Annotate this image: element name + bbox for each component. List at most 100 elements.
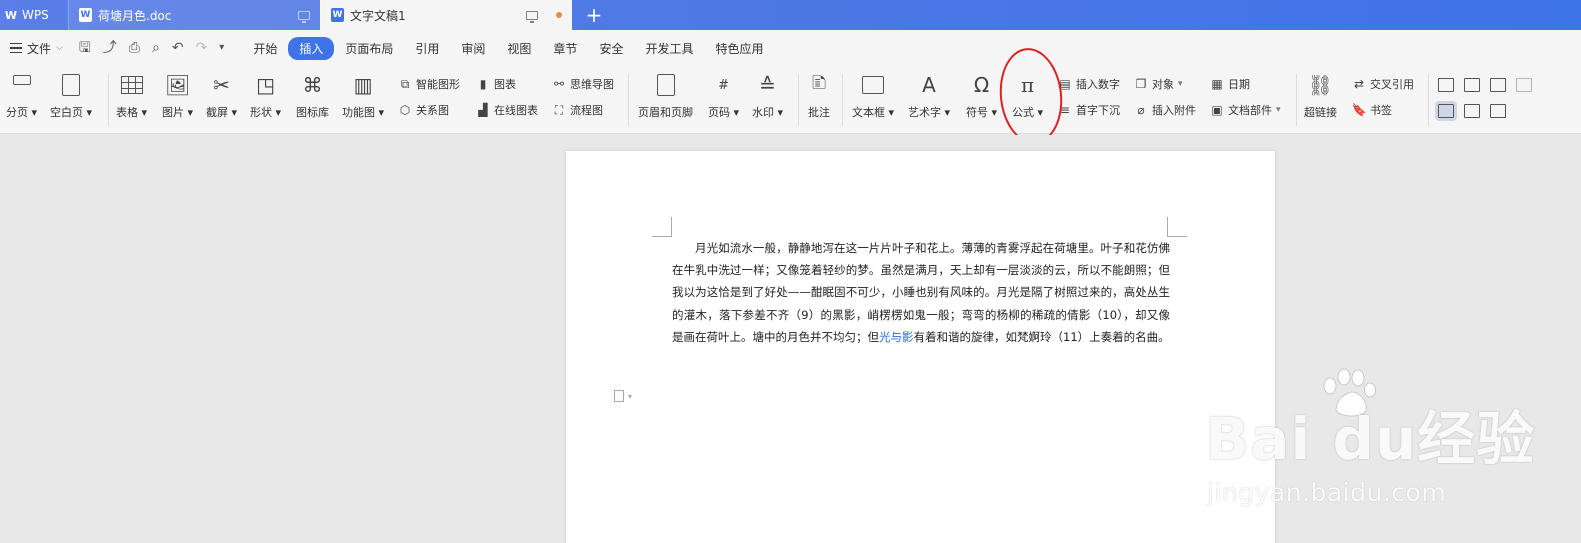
attachment-button[interactable]: ⌀ 插入附件 <box>1134 102 1196 118</box>
monitor-icon[interactable] <box>526 10 538 23</box>
shape-button[interactable]: ◳ 形状 ▾ <box>250 72 281 120</box>
separator <box>842 74 843 126</box>
hyperlink-button[interactable]: ⛓ 超链接 <box>1304 72 1337 120</box>
header-footer-button[interactable]: 页眉和页脚 <box>638 72 693 120</box>
table-label: 表格 <box>116 106 138 119</box>
bookmark-button[interactable]: 🔖 书签 <box>1352 102 1392 118</box>
wps-home-tab[interactable]: W WPS <box>0 0 68 30</box>
tab-start[interactable]: 开始 <box>242 37 288 60</box>
screenshot-label: 截屏 <box>206 106 228 119</box>
header-footer-label: 页眉和页脚 <box>638 106 693 119</box>
tab-page-layout[interactable]: 页面布局 <box>334 37 404 60</box>
watermark-url: jingyan.baidu.com <box>1207 478 1447 507</box>
save-icon[interactable]: 🖫 <box>79 41 91 55</box>
monitor-icon[interactable] <box>298 10 310 23</box>
tab-security[interactable]: 安全 <box>588 37 634 60</box>
undo-icon[interactable]: ↶ <box>172 41 184 55</box>
tab-insert[interactable]: 插入 <box>288 36 335 60</box>
page-break-button[interactable]: 分页 ▾ <box>6 72 37 120</box>
document-tab-hetang[interactable]: W 荷塘月色.doc <box>68 0 320 30</box>
watermark-brand: Bai du经验 <box>1205 405 1536 473</box>
print-preview-icon[interactable]: ⌕ <box>152 41 160 55</box>
cross-reference-button[interactable]: ⇄ 交叉引用 <box>1352 76 1414 92</box>
list-control-icon[interactable] <box>1490 78 1506 92</box>
textbox-button[interactable]: 文本框 ▾ <box>852 72 894 120</box>
function-chart-button[interactable]: ▥ 功能图 ▾ <box>342 72 384 120</box>
drop-cap-label: 首字下沉 <box>1076 104 1120 117</box>
icon-library-button[interactable]: ⌘ 图标库 <box>296 72 329 120</box>
doc-parts-button[interactable]: ▣ 文档部件 ▾ <box>1210 102 1280 118</box>
separator <box>798 74 799 126</box>
screenshot-icon: ✂ <box>213 73 230 97</box>
picture-button[interactable]: 🖼 图片 ▾ <box>162 72 193 120</box>
screenshot-button[interactable]: ✂ 截屏 ▾ <box>206 72 237 120</box>
body-paragraph[interactable]: 月光如流水一般，静静地泻在这一片片叶子和花上。薄薄的青雾浮起在荷塘里。叶子和花仿… <box>672 237 1170 348</box>
paste-options-icon[interactable] <box>614 390 624 402</box>
drop-cap-button[interactable]: ≡ 首字下沉 <box>1058 102 1120 118</box>
document-tab-wenzi[interactable]: W 文字文稿1 <box>320 0 572 30</box>
omega-symbol-icon: Ω <box>973 73 990 97</box>
form-control-icon[interactable] <box>1438 78 1454 92</box>
chart-button[interactable]: ▮ 图表 <box>476 76 516 92</box>
mind-map-icon: ⚯ <box>553 77 565 91</box>
picture-icon: 🖼 <box>164 73 191 97</box>
textbox-icon <box>860 72 886 98</box>
redo-icon[interactable]: ↷ <box>196 41 208 55</box>
customize-dropdown-icon[interactable]: ▾ <box>219 43 224 53</box>
tab-references[interactable]: 引用 <box>404 37 450 60</box>
frame-control-icon[interactable] <box>1435 101 1457 121</box>
separator <box>1296 74 1297 126</box>
tab-section[interactable]: 章节 <box>542 37 588 60</box>
comment-label: 批注 <box>808 106 830 119</box>
word-doc-icon: W <box>79 8 92 22</box>
tab-title: 荷塘月色.doc <box>98 8 172 23</box>
comment-icon: 🗈 <box>811 70 827 94</box>
tab-special[interactable]: 特色应用 <box>704 37 774 60</box>
cross-reference-label: 交叉引用 <box>1370 78 1414 91</box>
online-chart-icon: ▟ <box>478 103 488 117</box>
title-bar: W WPS W 荷塘月色.doc W 文字文稿1 + <box>0 0 1581 30</box>
table-button[interactable]: 表格 ▾ <box>116 72 147 120</box>
doc-parts-label: 文档部件 <box>1228 104 1272 117</box>
page-number-button[interactable]: # 页码 ▾ <box>708 72 739 120</box>
comment-button[interactable]: 🗈 批注 <box>806 70 832 120</box>
watermark-button[interactable]: ≙ 水印 ▾ <box>752 72 783 120</box>
checkbox-control-icon[interactable] <box>1464 78 1480 92</box>
insert-number-button[interactable]: ▤ 插入数字 <box>1058 76 1120 92</box>
new-tab-button[interactable]: + <box>572 0 616 30</box>
relation-chart-button[interactable]: ⬡ 关系图 <box>398 102 449 118</box>
image-control-icon[interactable] <box>1516 78 1532 92</box>
symbol-button[interactable]: Ω 符号 ▾ <box>966 72 997 120</box>
symbol-label: 符号 <box>966 106 988 119</box>
online-chart-button[interactable]: ▟ 在线图表 <box>476 102 538 118</box>
margin-corner-mark <box>1167 217 1187 237</box>
date-button[interactable]: ▦ 日期 <box>1210 76 1250 92</box>
combo-control-icon[interactable] <box>1464 104 1480 118</box>
wps-logo-icon: W <box>4 8 18 22</box>
document-page[interactable]: 月光如流水一般，静静地泻在这一片片叶子和花上。薄薄的青雾浮起在荷塘里。叶子和花仿… <box>566 151 1275 543</box>
mind-map-button[interactable]: ⚯ 思维导图 <box>552 76 614 92</box>
format-painter-icon[interactable]: ⤴ <box>103 41 117 55</box>
blank-page-icon <box>58 72 84 98</box>
object-button[interactable]: ❐ 对象 ▾ <box>1134 76 1183 92</box>
hyperlink-icon: ⛓ <box>1307 73 1334 97</box>
table-icon <box>119 72 145 98</box>
tab-review[interactable]: 审阅 <box>450 37 496 60</box>
tab-developer[interactable]: 开发工具 <box>634 37 704 60</box>
mind-map-label: 思维导图 <box>570 78 614 91</box>
smart-art-button[interactable]: ⧉ 智能图形 <box>398 76 460 92</box>
page-break-icon <box>9 72 35 98</box>
paperclip-icon: ⌀ <box>1137 103 1145 117</box>
text-control-icon[interactable] <box>1490 104 1506 118</box>
icon-library-icon: ⌘ <box>302 73 323 97</box>
print-icon[interactable]: ⎙ <box>129 41 140 55</box>
tab-view[interactable]: 视图 <box>496 37 542 60</box>
paragraph-highlight-text: 光与影 <box>879 329 914 344</box>
shape-icon: ◳ <box>256 73 275 97</box>
chevron-down-icon[interactable]: ▾ <box>628 392 632 401</box>
hyperlink-label: 超链接 <box>1304 106 1337 119</box>
file-menu[interactable]: 文件 ⌵ <box>6 40 67 57</box>
wordart-button[interactable]: A 艺术字 ▾ <box>908 72 950 120</box>
flowchart-button[interactable]: ⛶ 流程图 <box>552 102 603 118</box>
blank-page-button[interactable]: 空白页 ▾ <box>50 72 92 120</box>
